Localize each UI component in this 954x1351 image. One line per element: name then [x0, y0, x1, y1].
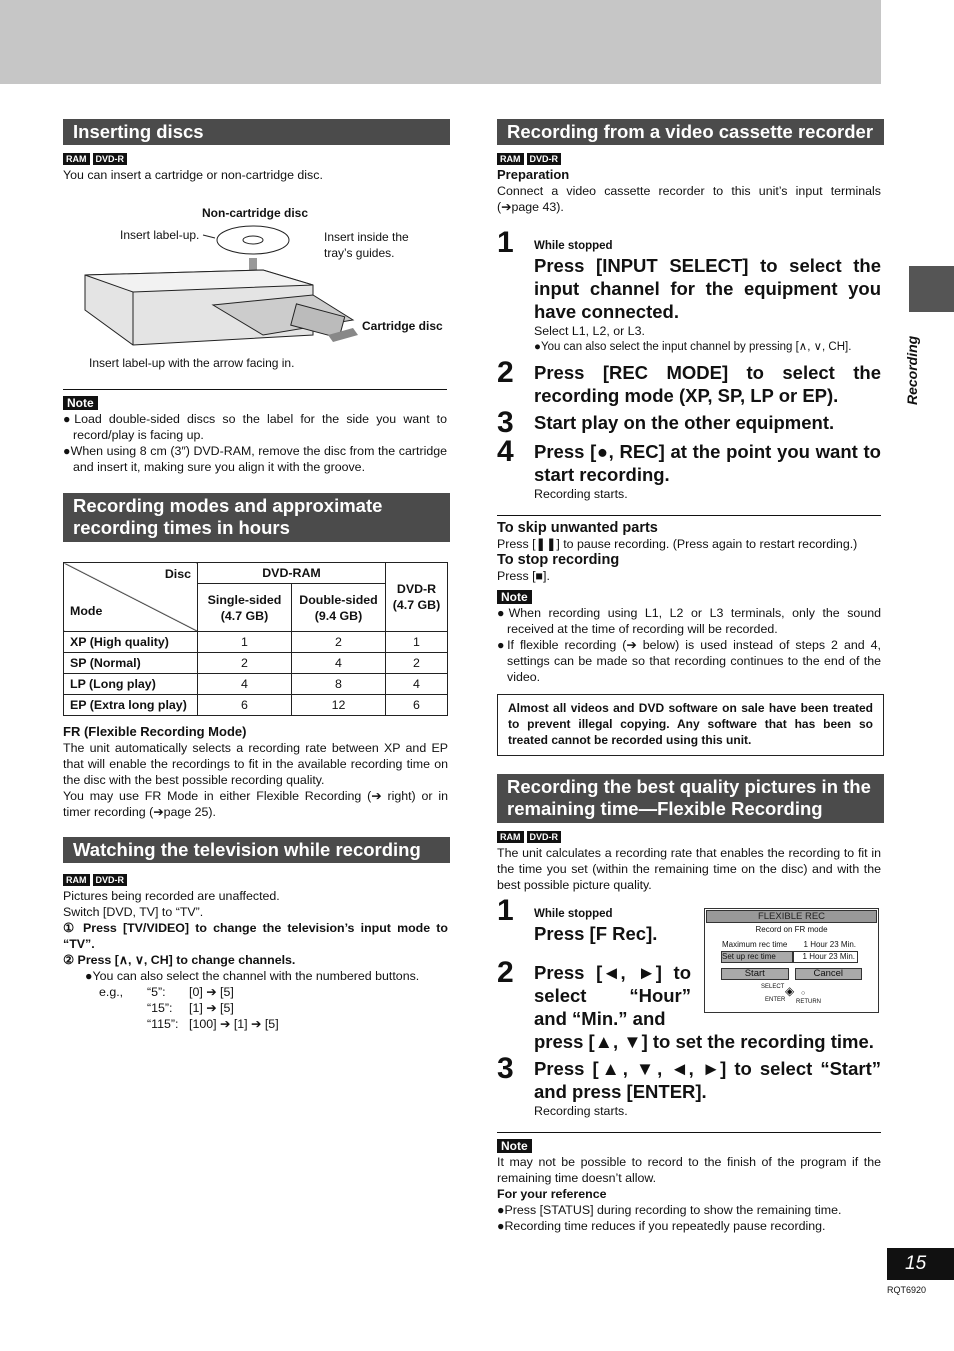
note-item: ●When recording using L1, L2 or L3 termi… — [497, 606, 881, 636]
inserting-intro: You can insert a cartridge or non-cartri… — [63, 168, 323, 182]
vcr-step-4: 4 Press [●, REC] at the point you want to… — [497, 435, 881, 502]
label-arrow-facing: Insert label-up with the arrow facing in… — [89, 356, 295, 370]
disc-badges: RAM DVD-R — [63, 874, 127, 886]
disc-badges: RAM DVD-R — [497, 153, 561, 165]
section-header-watching-tv: Watching the television while recording — [63, 837, 450, 863]
label-non-cartridge: Non-cartridge disc — [202, 206, 309, 220]
disc-insert-illustration: Non-cartridge disc Insert label-up. Inse… — [63, 200, 453, 375]
bullet: ●You can also select the channel with th… — [85, 969, 420, 983]
copy-protection-notice: Almost all videos and DVD software on sa… — [497, 694, 884, 756]
vcr-step-2: 2 Press [REC MODE] to select the recordin… — [497, 356, 881, 407]
disc-badges: RAM DVD-R — [63, 153, 127, 165]
section-header-vcr: Recording from a video cassette recorder — [497, 119, 884, 145]
table-row: XP (High quality) 1 2 1 — [63, 631, 448, 653]
label-cartridge: Cartridge disc — [362, 319, 443, 333]
disc-badges: RAM DVD-R — [497, 831, 561, 843]
note-label: Note — [63, 396, 98, 410]
vcr-preparation: Preparation Connect a video cassette reco… — [497, 167, 881, 214]
channel-example: “5”: [0] ➔ [5] — [147, 985, 234, 999]
flexible-notes: Note It may not be possible to record to… — [497, 1139, 881, 1233]
inserting-notes: Note ●Load double-sided discs so the lab… — [63, 395, 447, 475]
watching-instructions: Pictures being recorded are unaffected. S… — [63, 889, 448, 1031]
channel-example: “115”: [100] ➔ [1] ➔ [5] — [147, 1017, 279, 1031]
ram-badge: RAM — [63, 153, 90, 165]
top-band — [0, 0, 881, 84]
vcr-skip-stop: To skip unwanted parts Press [❚❚] to paus… — [497, 520, 881, 684]
cancel-button[interactable]: Cancel — [794, 968, 862, 980]
recording-times-table: Disc Mode DVD-RAM DVD-R (4.7 GB) Single-s… — [63, 562, 448, 716]
divider — [497, 1132, 881, 1133]
table-row: EP (Extra long play) 6 12 6 — [63, 694, 448, 716]
flexible-rec-osd: FLEXIBLE REC Record on FR mode Maximum r… — [704, 908, 879, 1013]
side-tab-label: Recording — [904, 335, 920, 405]
header-corner: Disc Mode — [63, 562, 198, 632]
setup-rec-time-field[interactable]: Set up rec time — [721, 951, 793, 963]
note-item: ●Load double-sided discs so the label fo… — [63, 412, 448, 442]
note-item: ●If flexible recording (➔ below) is used… — [497, 638, 881, 684]
fr-mode-description: FR (Flexible Recording Mode) The unit au… — [63, 724, 448, 819]
section-header-flexible-recording: Recording the best quality pictures in t… — [497, 774, 884, 823]
vcr-step-1: 1 While stopped Press [INPUT SELECT] to … — [497, 226, 881, 354]
dpad-icon: ◈ — [785, 984, 795, 998]
section-header-recording-modes: Recording modes and approximate recordin… — [63, 493, 450, 542]
table-row: SP (Normal) 2 4 2 — [63, 652, 448, 674]
channel-example: “15”: [1] ➔ [5] — [147, 1001, 234, 1015]
note-item: ●When using 8 cm (3″) DVD-RAM, remove th… — [63, 444, 447, 474]
dvdr-badge: DVD-R — [92, 153, 127, 165]
section-header-inserting-discs: Inserting discs — [63, 119, 450, 145]
divider — [63, 389, 447, 390]
label-tray-guides: Insert inside the tray’s guides. — [324, 230, 409, 260]
vcr-step-3: 3 Start play on the other equipment. — [497, 406, 835, 439]
side-tab-marker — [909, 266, 954, 312]
flex-step-1: 1 While stopped Press [F Rec]. — [497, 894, 658, 945]
note-label: Note — [497, 1139, 532, 1153]
document-code: RQT6920 — [887, 1285, 927, 1295]
divider — [497, 515, 881, 516]
start-button[interactable]: Start — [721, 968, 789, 980]
flexible-intro: The unit calculates a recording rate tha… — [497, 846, 881, 892]
note-label: Note — [497, 590, 532, 604]
label-insert-label-up: Insert label-up. — [120, 228, 200, 242]
flex-step-3: 3 Press [▲, ▼, ◄, ►] to select “Start” a… — [497, 1052, 881, 1119]
table-row: LP (Long play) 4 8 4 — [63, 673, 448, 695]
page-number: 15 — [887, 1248, 954, 1280]
